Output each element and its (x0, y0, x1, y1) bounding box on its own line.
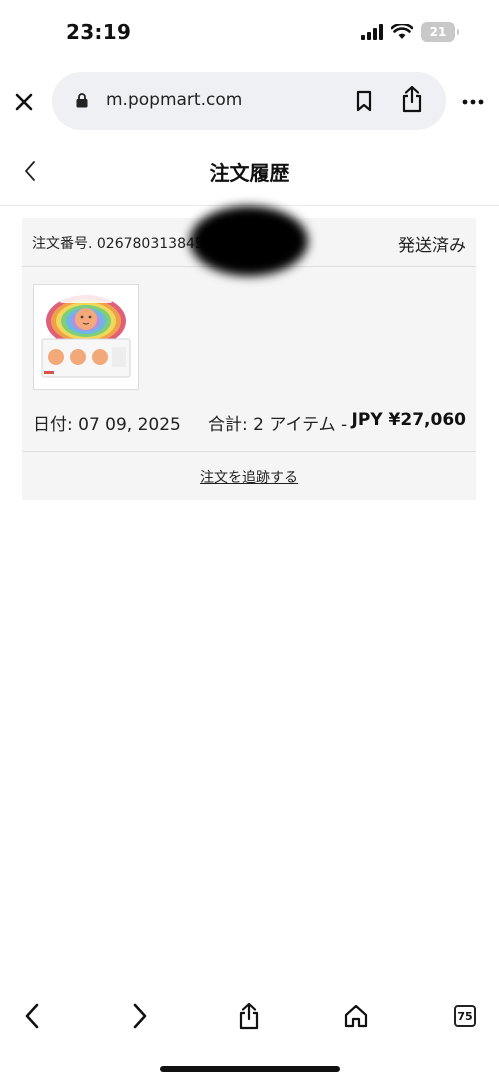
bookmark-icon[interactable] (354, 89, 374, 113)
battery-indicator: 21 (421, 22, 459, 42)
battery-level: 21 (429, 25, 447, 39)
chevron-right-icon (133, 1003, 147, 1029)
close-icon (15, 93, 33, 111)
chevron-left-icon (25, 1003, 39, 1029)
address-bar[interactable]: m.popmart.com (52, 72, 446, 130)
product-box-image (34, 285, 138, 389)
wifi-icon (391, 24, 413, 39)
order-status: 発送済み (398, 236, 466, 256)
order-number: 注文番号. 026780313845 (32, 236, 204, 252)
status-icons: 21 (361, 22, 459, 42)
cellular-signal-icon (361, 24, 383, 40)
share-icon[interactable] (400, 84, 424, 114)
order-header: 注文番号. 026780313845 発送済み (22, 206, 476, 276)
redaction-blur (190, 206, 308, 276)
track-order-link[interactable]: 注文を追跡する (22, 467, 476, 487)
lock-icon (76, 93, 88, 108)
home-icon (344, 1004, 368, 1028)
page-header: 注文履歴 (0, 136, 499, 206)
share-icon (239, 1002, 259, 1030)
status-time: 23:19 (66, 20, 132, 44)
order-card[interactable]: 注文番号. 026780313845 発送済み 日付: 07 09, 2025 … (22, 206, 476, 500)
tabs-button[interactable]: 75 (447, 998, 483, 1034)
track-row: 注文を追跡する (22, 451, 476, 500)
page-title: 注文履歴 (209, 161, 290, 185)
product-thumbnail[interactable] (33, 284, 139, 390)
browser-forward-button[interactable] (122, 998, 158, 1034)
home-indicator (160, 1066, 340, 1072)
browser-bar: m.popmart.com (0, 66, 499, 136)
tabs-count: 75 (454, 1005, 476, 1027)
home-button[interactable] (338, 998, 374, 1034)
order-total-items: 合計: 2 アイテム - (208, 415, 348, 435)
url-text: m.popmart.com (106, 90, 243, 110)
order-total-price: JPY ¥27,060 (351, 410, 466, 430)
more-icon (462, 99, 484, 105)
status-bar: 23:19 21 (0, 0, 499, 66)
browser-back-button[interactable] (14, 998, 50, 1034)
browser-toolbar: 75 (0, 984, 499, 1080)
more-button[interactable] (458, 88, 488, 116)
toolbar-share-button[interactable] (231, 998, 267, 1034)
order-date: 日付: 07 09, 2025 (33, 415, 181, 435)
close-button[interactable] (10, 88, 38, 116)
